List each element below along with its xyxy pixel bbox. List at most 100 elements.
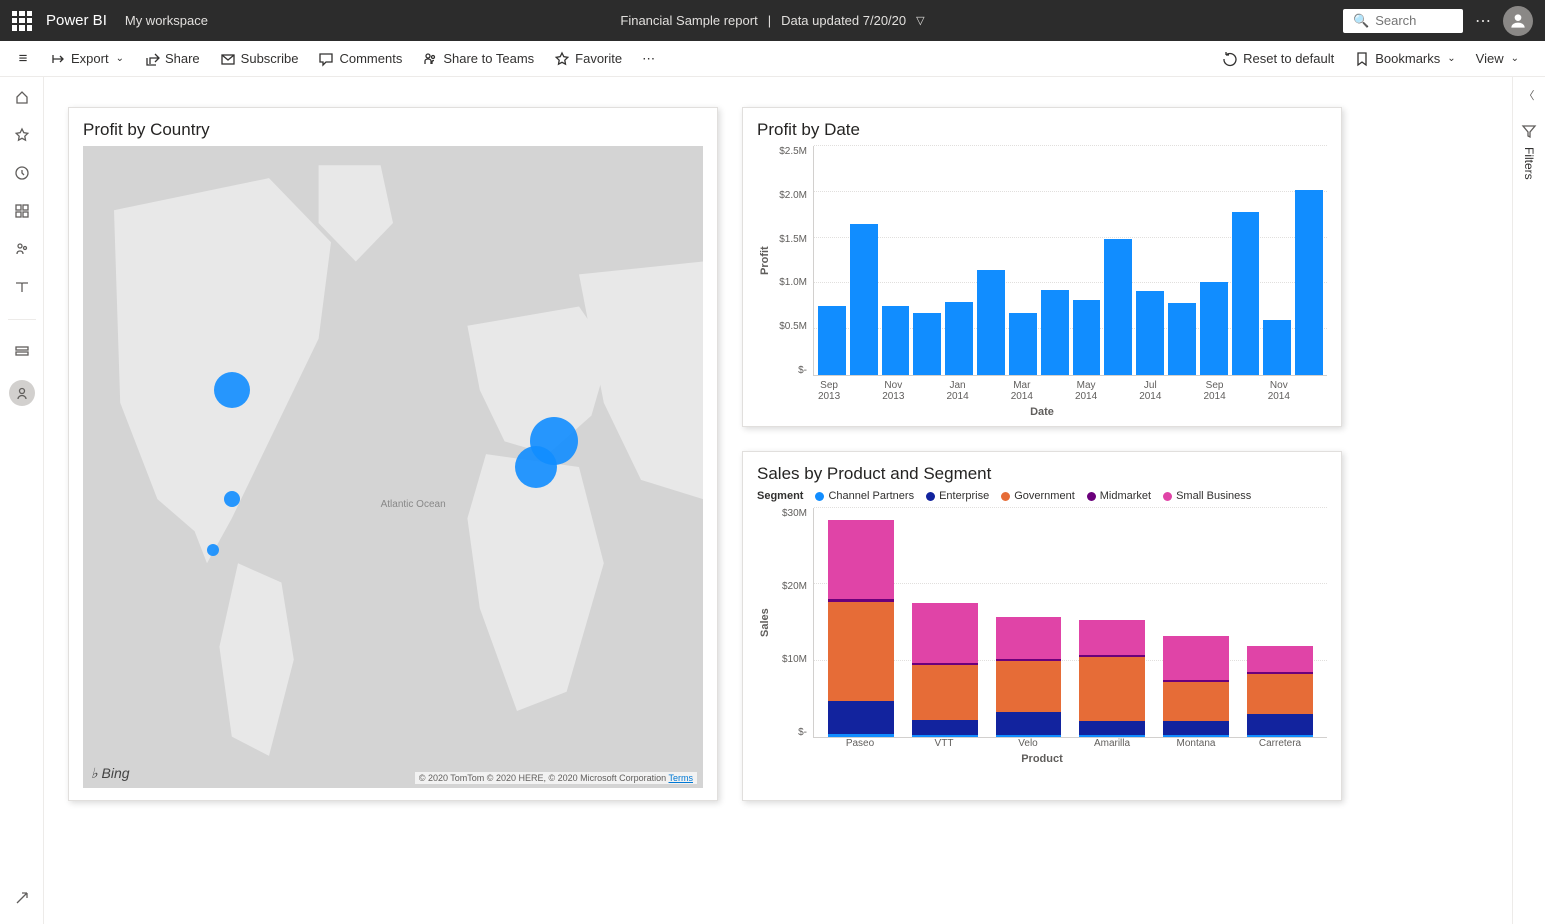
legend: Segment Channel Partners Enterprise Govern… (757, 490, 1327, 502)
map-bubble[interactable] (207, 544, 219, 556)
report-title: Financial Sample report (620, 13, 757, 28)
mail-icon (220, 51, 236, 67)
bar[interactable] (1232, 212, 1260, 375)
filters-label: Filters (1522, 147, 1536, 180)
home-icon[interactable] (12, 87, 32, 107)
plot-area (813, 146, 1327, 376)
teams-icon (422, 51, 438, 67)
bar[interactable] (882, 306, 910, 375)
legend-item[interactable]: Midmarket (1087, 490, 1151, 502)
legend-item[interactable]: Enterprise (926, 490, 989, 502)
bar[interactable] (977, 270, 1005, 375)
bing-logo: ♭ Bing (91, 765, 130, 782)
chevron-left-icon[interactable]: 〈 (1524, 87, 1535, 103)
favorites-icon[interactable] (12, 125, 32, 145)
search-icon: 🔍 (1353, 13, 1369, 29)
chevron-down-icon: ⌄ (116, 53, 124, 64)
tile-profit-by-country[interactable]: Profit by Country (68, 107, 718, 801)
bar[interactable] (1009, 313, 1037, 375)
workspaces-icon[interactable] (12, 342, 32, 362)
legend-item[interactable]: Small Business (1163, 490, 1251, 502)
bar[interactable] (1168, 303, 1196, 375)
y-axis-label: Sales (757, 508, 773, 738)
learn-icon[interactable] (12, 277, 32, 297)
subscribe-button[interactable]: Subscribe (212, 47, 307, 71)
map-attribution: © 2020 TomTom © 2020 HERE, © 2020 Micros… (415, 772, 697, 784)
tile-sales-by-product[interactable]: Sales by Product and Segment Segment Cha… (742, 451, 1342, 801)
workspace-label[interactable]: My workspace (125, 13, 208, 28)
get-data-icon[interactable] (12, 888, 32, 908)
legend-item[interactable]: Government (1001, 490, 1075, 502)
stacked-bar[interactable] (912, 603, 978, 737)
action-bar: ≡ Export⌄ Share Subscribe Comments Share… (0, 41, 1545, 77)
more-icon[interactable]: ⋯ (1475, 11, 1491, 31)
search-input[interactable] (1375, 13, 1455, 28)
filter-icon (1521, 123, 1537, 139)
workspace-avatar-icon[interactable] (9, 380, 35, 406)
tile-profit-by-date[interactable]: Profit by Date Profit $2.5M$2.0M$1.5M$1.… (742, 107, 1342, 427)
view-button[interactable]: View⌄ (1468, 47, 1527, 71)
chevron-down-icon: ⌄ (1447, 53, 1455, 64)
bar[interactable] (1104, 239, 1132, 375)
brand-label: Power BI (46, 12, 107, 29)
hamburger-icon[interactable]: ≡ (8, 50, 38, 67)
user-avatar[interactable] (1503, 6, 1533, 36)
legend-item[interactable]: Channel Partners (815, 490, 914, 502)
nav-rail (0, 77, 44, 924)
comment-icon (318, 51, 334, 67)
bar[interactable] (913, 313, 941, 375)
stacked-bar[interactable] (1079, 620, 1145, 737)
y-ticks: $30M$20M$10M$- (773, 508, 813, 738)
report-title-center[interactable]: Financial Sample report | Data updated 7… (620, 13, 924, 28)
bar[interactable] (818, 306, 846, 375)
search-box[interactable]: 🔍 (1343, 9, 1463, 33)
shared-icon[interactable] (12, 239, 32, 259)
chevron-down-icon: ⌄ (1511, 53, 1519, 64)
comments-button[interactable]: Comments (310, 47, 410, 71)
share-teams-button[interactable]: Share to Teams (414, 47, 542, 71)
apps-icon[interactable] (12, 201, 32, 221)
map-bubble[interactable] (224, 491, 240, 507)
bar[interactable] (1295, 190, 1323, 375)
x-labels: Sep 2013Nov 2013Jan 2014Mar 2014May 2014… (813, 376, 1327, 402)
star-icon (554, 51, 570, 67)
legend-title: Segment (757, 490, 803, 502)
stacked-bar[interactable] (1163, 636, 1229, 737)
share-icon (144, 51, 160, 67)
stacked-bar[interactable] (996, 617, 1062, 737)
y-axis-label: Profit (757, 146, 773, 376)
favorite-button[interactable]: Favorite (546, 47, 630, 71)
bar[interactable] (1136, 291, 1164, 375)
bar[interactable] (850, 224, 878, 375)
map-bubble[interactable] (530, 417, 578, 465)
bar[interactable] (1041, 290, 1069, 375)
map-area[interactable]: Atlantic Ocean ♭ Bing © 2020 TomTom © 20… (83, 146, 703, 788)
stacked-bar[interactable] (1247, 646, 1313, 737)
reset-button[interactable]: Reset to default (1214, 47, 1342, 71)
recent-icon[interactable] (12, 163, 32, 183)
filters-pane-collapsed[interactable]: 〈 Filters (1512, 77, 1545, 924)
app-launcher-icon[interactable] (12, 11, 32, 31)
data-updated: Data updated 7/20/20 (781, 13, 906, 28)
ocean-label: Atlantic Ocean (381, 499, 446, 510)
stacked-bar[interactable] (828, 520, 894, 737)
more-actions-button[interactable]: ⋯ (634, 47, 663, 71)
export-icon (50, 51, 66, 67)
bookmark-icon (1354, 51, 1370, 67)
bar[interactable] (1073, 300, 1101, 375)
bar[interactable] (1263, 320, 1291, 375)
share-button[interactable]: Share (136, 47, 208, 71)
map-bubble[interactable] (214, 372, 250, 408)
tile-title: Profit by Date (757, 120, 1327, 140)
bookmarks-button[interactable]: Bookmarks⌄ (1346, 47, 1463, 71)
terms-link[interactable]: Terms (669, 773, 694, 783)
tile-title: Profit by Country (83, 120, 703, 140)
top-bar: Power BI My workspace Financial Sample r… (0, 0, 1545, 41)
plot-area (813, 508, 1327, 738)
bar[interactable] (1200, 282, 1228, 375)
x-labels: PaseoVTTVeloAmarillaMontanaCarretera (813, 738, 1327, 749)
report-canvas: Profit by Date Profit $2.5M$2.0M$1.5M$1.… (44, 77, 1512, 924)
export-button[interactable]: Export⌄ (42, 47, 132, 71)
bar[interactable] (945, 302, 973, 375)
y-ticks: $2.5M$2.0M$1.5M$1.0M$0.5M$- (773, 146, 813, 376)
